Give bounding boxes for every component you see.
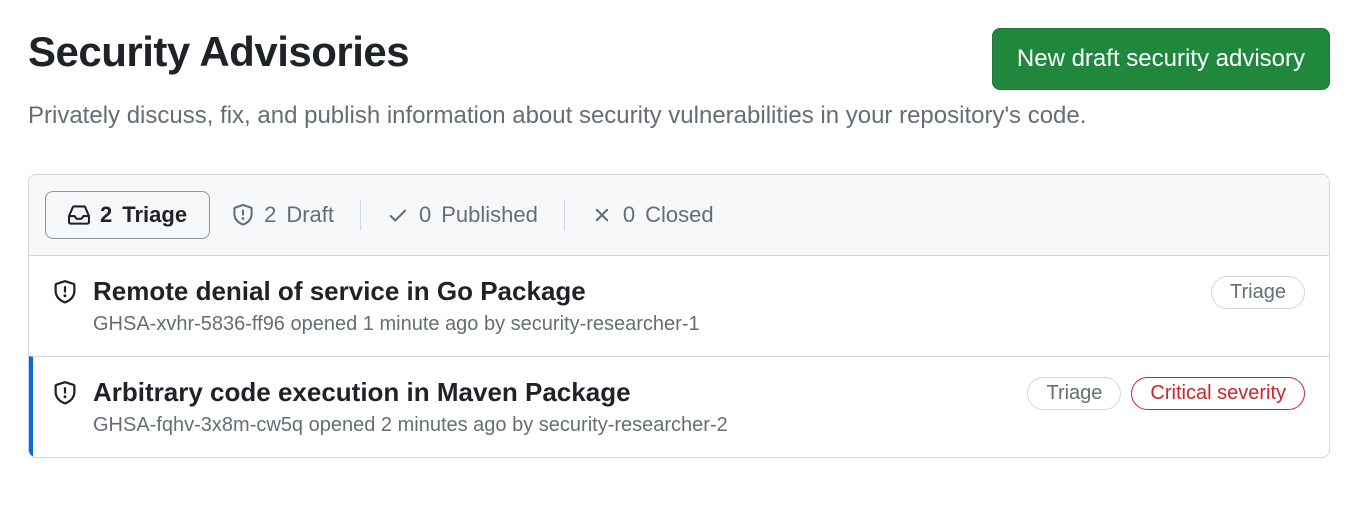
tab-published[interactable]: 0 Published [365,192,560,238]
severity-badge: Critical severity [1131,377,1305,410]
shield-alert-icon [232,204,254,226]
advisory-content: Remote denial of service in Go Package GH… [93,276,1211,336]
advisory-badges: Triage Critical severity [1027,377,1305,410]
advisory-badges: Triage [1211,276,1305,309]
status-badge: Triage [1211,276,1305,309]
tab-triage-count: 2 [100,202,112,228]
tab-published-count: 0 [419,202,431,228]
status-badge: Triage [1027,377,1121,410]
page-title: Security Advisories [28,28,409,76]
tab-draft-count: 2 [264,202,276,228]
tab-draft[interactable]: 2 Draft [210,192,356,238]
shield-alert-icon [53,381,77,405]
tab-closed-count: 0 [623,202,635,228]
tab-published-label: Published [441,202,538,228]
inbox-icon [68,204,90,226]
advisory-meta: GHSA-xvhr-5836-ff96 opened 1 minute ago … [93,313,1211,336]
new-draft-advisory-button[interactable]: New draft security advisory [992,28,1330,90]
tab-triage[interactable]: 2 Triage [45,191,210,239]
advisory-row[interactable]: Arbitrary code execution in Maven Packag… [29,356,1329,457]
filter-tabs: 2 Triage 2 Draft 0 Published [29,175,1329,256]
tab-closed-label: Closed [645,202,713,228]
page-subtitle: Privately discuss, fix, and publish info… [28,98,1330,134]
shield-alert-icon [53,280,77,304]
tab-triage-label: Triage [122,202,187,228]
advisory-row[interactable]: Remote denial of service in Go Package GH… [29,256,1329,356]
tab-draft-label: Draft [286,202,334,228]
advisory-content: Arbitrary code execution in Maven Packag… [93,377,1027,437]
tab-separator [360,200,361,230]
advisory-title[interactable]: Arbitrary code execution in Maven Packag… [93,377,1027,408]
x-icon [591,204,613,226]
check-icon [387,204,409,226]
advisory-meta: GHSA-fqhv-3x8m-cw5q opened 2 minutes ago… [93,414,1027,437]
advisories-list: 2 Triage 2 Draft 0 Published [28,174,1330,458]
tab-closed[interactable]: 0 Closed [569,192,736,238]
advisory-title[interactable]: Remote denial of service in Go Package [93,276,1211,307]
tab-separator [564,200,565,230]
